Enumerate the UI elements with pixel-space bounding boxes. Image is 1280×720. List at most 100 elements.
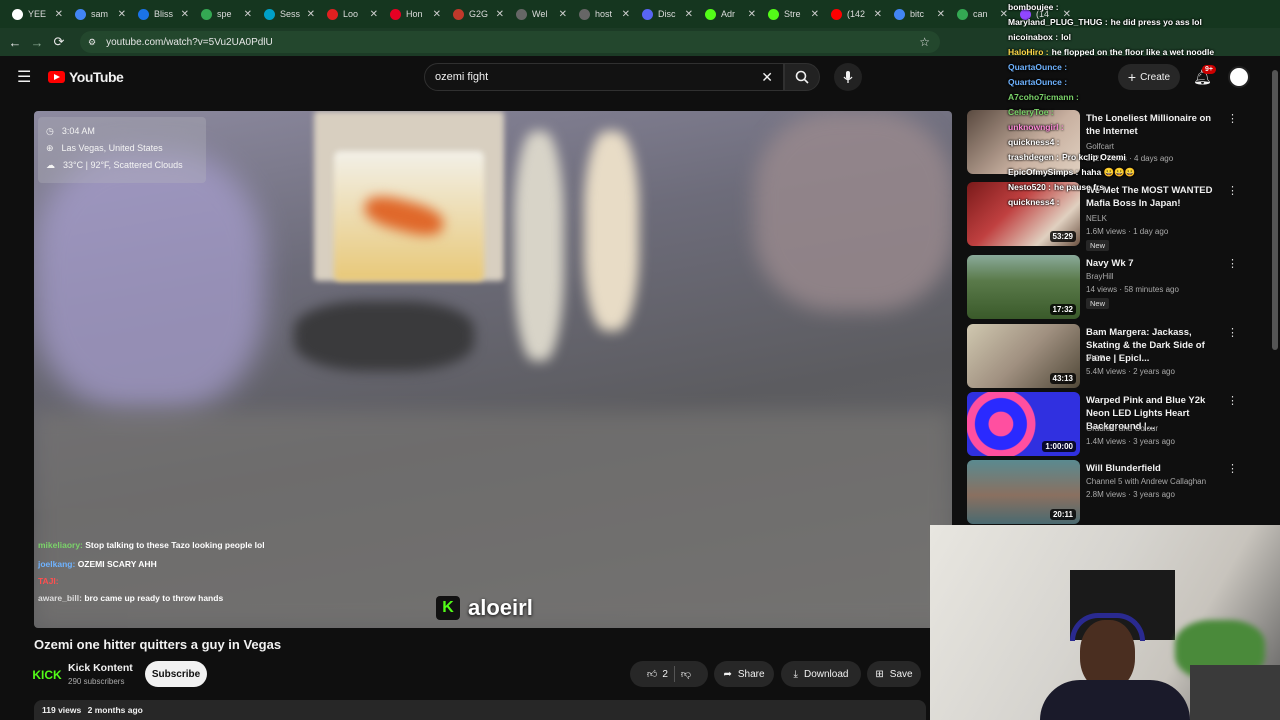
kick-logo-icon: K xyxy=(436,596,460,620)
thumbs-down-icon[interactable]: 👎︎ xyxy=(681,668,691,680)
browser-tab[interactable]: YEE ✕ xyxy=(6,0,69,28)
channel-name[interactable]: Kick Kontent xyxy=(68,662,133,674)
video-thumbnail[interactable]: 20:11 xyxy=(967,460,1080,524)
close-tab-icon[interactable]: ✕ xyxy=(244,9,252,20)
tab-title: host xyxy=(595,9,613,19)
clock-row: ◷ 3:04 AM xyxy=(46,123,198,140)
tab-favicon-icon xyxy=(453,8,464,20)
stream-chat-line: quickness4 : xyxy=(1008,195,1273,210)
youtube-logo[interactable]: YouTube xyxy=(48,69,124,85)
tab-title: spe xyxy=(217,9,232,19)
search-button[interactable] xyxy=(784,63,820,91)
browser-tab[interactable]: host ✕ xyxy=(573,0,636,28)
close-tab-icon[interactable]: ✕ xyxy=(307,9,315,20)
weather-icon: ☁ xyxy=(46,160,55,170)
stream-chat-line: bomboujee : xyxy=(1008,0,1273,15)
video-chat-user: mikeliaory: xyxy=(38,540,83,550)
video-thumbnail[interactable]: 43:13 xyxy=(967,324,1080,388)
share-button[interactable]: ➦ Share xyxy=(714,661,774,687)
close-tab-icon[interactable]: ✕ xyxy=(181,9,189,20)
recommended-title: Bam Margera: Jackass, Skating & the Dark… xyxy=(1086,327,1205,364)
video-frame-person-2 xyxy=(584,131,639,331)
like-button[interactable]: 👍︎ 2 xyxy=(647,668,668,681)
stream-chat-user: CeleryToe : xyxy=(1008,107,1054,117)
recommended-meta: 5.4M views · 2 years ago xyxy=(1086,367,1175,376)
subscribe-button[interactable]: Subscribe xyxy=(145,661,207,687)
browser-tab[interactable]: bitc ✕ xyxy=(888,0,951,28)
browser-tab[interactable]: Loo ✕ xyxy=(321,0,384,28)
close-tab-icon[interactable]: ✕ xyxy=(811,9,819,20)
more-options-icon[interactable]: ⋮ xyxy=(1227,326,1238,339)
browser-tab[interactable]: Wel ✕ xyxy=(510,0,573,28)
close-tab-icon[interactable]: ✕ xyxy=(748,9,756,20)
browser-tab[interactable]: sam ✕ xyxy=(69,0,132,28)
page-scrollbar[interactable] xyxy=(1272,70,1278,350)
recommended-video[interactable]: 1:00:00 Warped Pink and Blue Y2k Neon LE… xyxy=(967,392,1247,456)
close-tab-icon[interactable]: ✕ xyxy=(55,9,63,20)
close-tab-icon[interactable]: ✕ xyxy=(937,9,945,20)
back-icon[interactable]: ← xyxy=(4,35,26,50)
recommended-video[interactable]: 43:13 Bam Margera: Jackass, Skating & th… xyxy=(967,324,1247,388)
close-tab-icon[interactable]: ✕ xyxy=(496,9,504,20)
bookmark-star-icon[interactable]: ☆ xyxy=(919,35,930,49)
save-button[interactable]: ⊞ Save xyxy=(867,661,921,687)
search-icon xyxy=(795,70,809,84)
stream-chat-user: A7coho7icmann : xyxy=(1008,92,1079,102)
duration-badge: 53:29 xyxy=(1049,231,1076,242)
search-input[interactable]: ozemi fight ✕ xyxy=(424,63,784,91)
close-tab-icon[interactable]: ✕ xyxy=(1000,9,1008,20)
forward-icon[interactable]: → xyxy=(26,35,48,50)
stream-chat-user: QuartaOunce : xyxy=(1008,62,1068,72)
close-tab-icon[interactable]: ✕ xyxy=(622,9,630,20)
location-icon: ⊕ xyxy=(46,143,54,153)
kick-watermark: K aloeirl xyxy=(436,595,533,621)
download-button[interactable]: ⤓ Download xyxy=(781,661,861,687)
browser-tab[interactable]: Sess ✕ xyxy=(258,0,321,28)
close-tab-icon[interactable]: ✕ xyxy=(370,9,378,20)
tab-title: Wel xyxy=(532,9,548,19)
browser-tab[interactable]: G2G ✕ xyxy=(447,0,510,28)
close-tab-icon[interactable]: ✕ xyxy=(118,9,126,20)
stream-chat-line: QuartaOunce : xyxy=(1008,60,1273,75)
webcam-overlay xyxy=(930,525,1280,720)
browser-tab[interactable]: Stre ✕ xyxy=(762,0,825,28)
recommended-meta: 1.6M views · 1 day ago xyxy=(1086,227,1169,236)
voice-search-button[interactable] xyxy=(834,63,862,91)
menu-icon[interactable]: ☰ xyxy=(17,67,31,87)
description-box[interactable]: 119 views 2 months ago xyxy=(34,700,926,720)
browser-tab[interactable]: Disc ✕ xyxy=(636,0,699,28)
more-options-icon[interactable]: ⋮ xyxy=(1227,394,1238,407)
close-tab-icon[interactable]: ✕ xyxy=(559,9,567,20)
tab-favicon-icon xyxy=(75,8,86,20)
tab-favicon-icon xyxy=(12,8,23,20)
browser-tab[interactable]: Adr ✕ xyxy=(699,0,762,28)
site-info-icon[interactable]: ⚙ xyxy=(88,37,96,48)
stream-chat-line: CeleryToe : xyxy=(1008,105,1273,120)
more-options-icon[interactable]: ⋮ xyxy=(1227,462,1238,475)
recommended-video[interactable]: 17:32 Navy Wk 7 BrayHill 14 views · 58 m… xyxy=(967,255,1247,319)
tab-favicon-icon xyxy=(831,8,842,20)
browser-tab[interactable]: (142 ✕ xyxy=(825,0,888,28)
close-tab-icon[interactable]: ✕ xyxy=(433,9,441,20)
close-tab-icon[interactable]: ✕ xyxy=(874,9,882,20)
video-thumbnail[interactable]: 17:32 xyxy=(967,255,1080,319)
reload-icon[interactable]: ⟳ xyxy=(48,34,70,50)
stream-chat-message: he flopped on the floor like a wet noodl… xyxy=(1051,47,1215,57)
tab-title: (142 xyxy=(847,9,866,19)
tab-favicon-icon xyxy=(327,8,338,20)
video-player[interactable]: ◷ 3:04 AM ⊕ Las Vegas, United States ☁ 33°C… xyxy=(34,111,952,628)
recommended-video[interactable]: 20:11 Will Blunderfield Channel 5 with A… xyxy=(967,460,1247,524)
video-thumbnail[interactable]: 1:00:00 xyxy=(967,392,1080,456)
more-options-icon[interactable]: ⋮ xyxy=(1227,257,1238,270)
browser-tab[interactable]: Hon ✕ xyxy=(384,0,447,28)
view-count: 119 views xyxy=(42,705,82,715)
address-bar[interactable]: ⚙ youtube.com/watch?v=5Vu2UA0PdlU ☆ xyxy=(80,31,940,53)
download-label: Download xyxy=(803,668,849,680)
clear-search-icon[interactable]: ✕ xyxy=(761,69,773,86)
channel-avatar[interactable]: KICK xyxy=(32,662,61,688)
close-tab-icon[interactable]: ✕ xyxy=(685,9,693,20)
stream-chat-line: A7coho7icmann : xyxy=(1008,90,1273,105)
browser-tab[interactable]: can ✕ xyxy=(951,0,1014,28)
browser-tab[interactable]: spe ✕ xyxy=(195,0,258,28)
browser-tab[interactable]: Bliss ✕ xyxy=(132,0,195,28)
